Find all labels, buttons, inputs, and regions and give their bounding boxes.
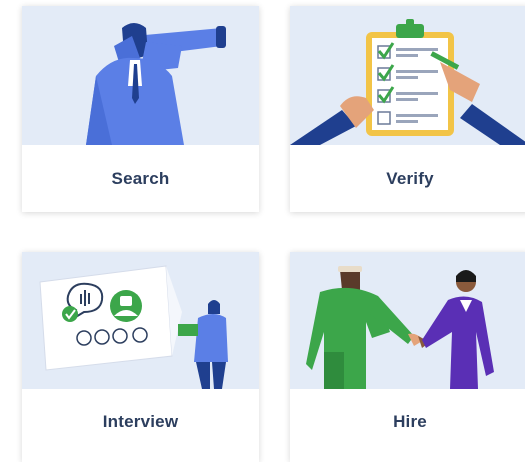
interview-label: Interview — [102, 411, 179, 431]
hire-label: Hire — [393, 411, 427, 431]
video-interview-icon — [22, 252, 259, 389]
clipboard-checklist-icon — [290, 6, 525, 145]
binoculars-searcher-icon — [22, 6, 259, 145]
search-card[interactable]: Search — [22, 6, 259, 212]
verify-label: Verify — [386, 168, 434, 188]
hire-card[interactable]: Hire — [290, 252, 525, 462]
handshake-icon — [290, 252, 525, 389]
verify-card[interactable]: Verify — [290, 6, 525, 212]
interview-card[interactable]: Interview — [22, 252, 259, 462]
search-label: Search — [111, 168, 170, 188]
